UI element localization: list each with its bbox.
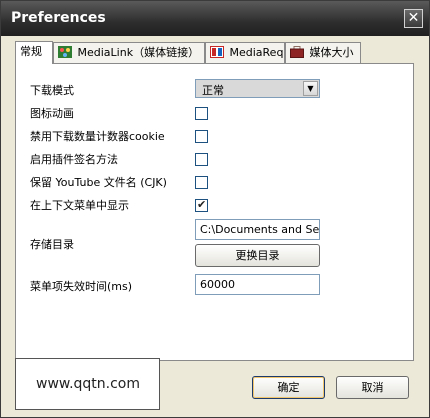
chevron-down-icon[interactable]: ▼ (303, 81, 318, 96)
context-menu-checkbox[interactable]: ✔ (195, 198, 208, 212)
tab-general[interactable]: 常规 (15, 41, 53, 64)
context-menu-label: 在上下文菜单中显示 (30, 199, 129, 212)
window-title: Preferences (11, 10, 106, 26)
watermark-text: www.qqtn.com (36, 376, 141, 392)
change-directory-button[interactable]: 更换目录 (195, 244, 320, 267)
tab-media-size[interactable]: 媒体大小 (285, 42, 361, 63)
disable-cookie-label: 禁用下载数量计数器cookie (30, 130, 165, 143)
tab-label: 常规 (20, 45, 42, 58)
watermark-box: www.qqtn.com (15, 358, 160, 410)
download-mode-label: 下载模式 (30, 84, 74, 97)
download-mode-value: 正常 (202, 84, 224, 97)
youtube-filename-label: 保留 YouTube 文件名 (CJK) (30, 176, 167, 189)
storage-dir-label: 存储目录 (30, 238, 74, 251)
icon-animation-label: 图标动画 (30, 107, 74, 120)
film-icon (210, 46, 224, 58)
close-icon: ✕ (407, 10, 420, 26)
tab-medialink[interactable]: MediaLink（媒体链接） (53, 42, 205, 63)
checkmark-icon: ✔ (197, 198, 207, 211)
ok-label: 确定 (277, 381, 300, 394)
tab-label: 媒体大小 (309, 46, 354, 59)
tab-label: MediaLink（媒体链接） (77, 46, 200, 59)
tab-mediareq[interactable]: MediaReq (205, 42, 285, 63)
cancel-button[interactable]: 取消 (336, 376, 409, 399)
title-bar[interactable]: Preferences ✕ (1, 1, 429, 36)
plugin-signature-checkbox[interactable] (195, 153, 208, 166)
download-mode-select[interactable]: 正常 ▼ (195, 79, 320, 98)
icon-animation-checkbox[interactable] (195, 107, 208, 120)
storage-dir-input[interactable]: C:\Documents and Se (195, 219, 320, 240)
menu-timeout-input[interactable]: 60000 (195, 274, 320, 295)
menu-timeout-label: 菜单项失效时间(ms) (30, 280, 133, 293)
tab-label: MediaReq (229, 46, 284, 59)
briefcase-icon (290, 46, 304, 58)
change-directory-label: 更换目录 (235, 249, 280, 262)
close-button[interactable]: ✕ (404, 9, 423, 28)
network-icon (58, 46, 72, 58)
youtube-filename-checkbox[interactable] (195, 176, 208, 189)
preferences-window: Preferences ✕ 常规 MediaLink（媒体链接） MediaRe… (0, 0, 430, 418)
general-panel: 下载模式 正常 ▼ 图标动画 禁用下载数量计数器cookie 启用插件签名方法 … (15, 63, 414, 361)
cancel-label: 取消 (361, 381, 384, 394)
ok-button[interactable]: 确定 (252, 376, 325, 399)
plugin-signature-label: 启用插件签名方法 (30, 153, 118, 166)
disable-cookie-checkbox[interactable] (195, 130, 208, 143)
